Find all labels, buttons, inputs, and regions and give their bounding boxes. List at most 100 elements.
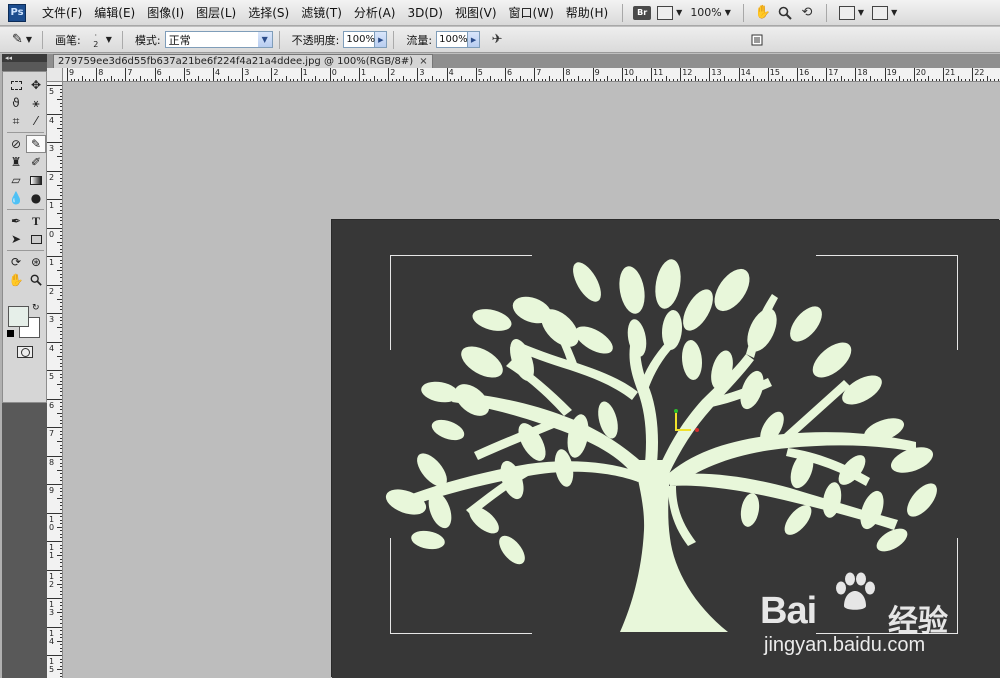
clone-stamp-tool[interactable]: ♜ (6, 153, 26, 171)
swap-colors-icon[interactable]: ↻ (32, 303, 40, 313)
ruler-tick (826, 68, 828, 81)
ruler-tick (60, 231, 62, 233)
document-tab[interactable]: 279759ee3d6d55fb637a21be6f224f4a21a4ddee… (53, 54, 433, 68)
ruler-tick (96, 68, 98, 81)
menu-layer[interactable]: 图层(L) (190, 0, 242, 26)
ruler-tick (57, 127, 62, 129)
ruler-tick (873, 79, 875, 81)
ruler-tick (753, 76, 755, 81)
type-tool[interactable]: T (26, 212, 46, 230)
menu-analysis[interactable]: 分析(A) (348, 0, 402, 26)
magic-wand-icon: ⚹ (32, 95, 40, 110)
gradient-tool[interactable] (26, 171, 46, 189)
ruler-tick (351, 79, 353, 81)
close-icon[interactable]: × (419, 55, 427, 68)
magic-wand-tool[interactable]: ⚹ (26, 94, 46, 112)
ruler-tick (442, 79, 444, 81)
screen-mode-dropdown[interactable]: ▼ (868, 5, 901, 20)
marquee-tool[interactable] (6, 76, 26, 94)
ruler-label: 14 (740, 68, 751, 77)
brush-picker[interactable]: · 2 ▼ (85, 31, 116, 49)
eraser-tool[interactable]: ▱ (6, 171, 26, 189)
menu-image[interactable]: 图像(I) (141, 0, 190, 26)
ruler-tick (60, 152, 62, 154)
path-selection-tool[interactable]: ➤ (6, 230, 26, 248)
ruler-tick (60, 88, 62, 90)
menu-file[interactable]: 文件(F) (36, 0, 88, 26)
ruler-label: 6 (507, 68, 513, 77)
blur-tool[interactable]: 💧 (6, 189, 26, 207)
ruler-tick (432, 76, 433, 81)
ruler-tick (676, 79, 678, 81)
history-brush-tool[interactable]: ✐ (26, 153, 46, 171)
pen-tool[interactable]: ✒ (6, 212, 26, 230)
hand-tool-button[interactable]: ✋ (752, 3, 774, 23)
rotate-view-button[interactable]: ⟲ (796, 3, 818, 23)
ruler-tick (57, 583, 62, 585)
flow-input[interactable]: 100% (436, 31, 469, 48)
ruler-tick (60, 220, 62, 222)
toolbox-collapse-button[interactable]: ◂◂ (2, 54, 47, 62)
ruler-tick (60, 473, 62, 475)
ruler-tick (110, 76, 112, 81)
3d-rotate-tool[interactable]: ⟳ (6, 253, 26, 271)
shape-tool[interactable] (26, 230, 46, 248)
ruler-tick (60, 508, 62, 510)
ruler-tick (910, 79, 912, 81)
ruler-tick (60, 434, 62, 436)
move-tool[interactable]: ✥ (26, 76, 46, 94)
ruler-origin[interactable] (47, 68, 63, 82)
blend-mode-select[interactable]: 正常 ▼ (164, 31, 273, 48)
ruler-tick (636, 76, 638, 81)
ruler-tick (388, 68, 390, 81)
menu-filter[interactable]: 滤镜(T) (295, 0, 348, 26)
lasso-tool[interactable]: ϑ (6, 94, 26, 112)
zoom-tool-button[interactable] (774, 3, 796, 23)
crop-tool[interactable]: ⌗ (6, 112, 26, 130)
tree-leaf (683, 289, 713, 331)
ruler-tick (136, 79, 138, 81)
ruler-tick (271, 68, 273, 81)
default-colors-icon[interactable] (7, 330, 14, 337)
menu-select[interactable]: 选择(S) (242, 0, 295, 26)
view-extras-dropdown[interactable]: ▼ (653, 5, 686, 20)
zoom-level-dropdown[interactable]: 100% ▼ (686, 6, 735, 19)
flow-slider-button[interactable]: ▶ (468, 31, 481, 48)
menu-edit[interactable]: 编辑(E) (88, 0, 141, 26)
tree-leaf (619, 266, 645, 314)
ruler-label: 5 (185, 68, 191, 77)
ruler-tick (198, 76, 200, 81)
menu-window[interactable]: 窗口(W) (503, 0, 560, 26)
healing-brush-tool[interactable]: ⊘ (6, 135, 26, 153)
quick-mask-button[interactable] (17, 346, 33, 358)
arrange-documents-dropdown[interactable]: ▼ (835, 5, 868, 20)
menu-view[interactable]: 视图(V) (449, 0, 503, 26)
document-canvas[interactable] (332, 220, 1000, 678)
ruler-label: 2 (49, 286, 55, 296)
menu-3d[interactable]: 3D(D) (401, 0, 448, 26)
dodge-tool[interactable]: ● (26, 189, 46, 207)
ruler-tick (60, 594, 62, 596)
ruler-tick (749, 79, 751, 81)
foreground-color-swatch[interactable] (8, 306, 29, 327)
eyedropper-tool[interactable]: ⁄ (26, 112, 46, 130)
tool-preset-picker[interactable]: ✎ ▼ (8, 32, 36, 47)
brush-tool[interactable]: ✎ (26, 135, 46, 153)
opacity-slider-button[interactable]: ▶ (375, 31, 388, 48)
ruler-tick (60, 523, 62, 525)
ruler-tick (231, 79, 233, 81)
vertical-ruler[interactable]: 54321012345678910111213141516 (47, 82, 63, 678)
horizontal-ruler[interactable]: 9 8 7 6 5 4 3 2 1 0 1 2 3 4 5 6 7 8 9 10 11 12 13 14 15 16 17 18 19 2… (63, 68, 1000, 82)
canvas-workspace[interactable] (64, 83, 1000, 678)
brush-panel-button[interactable] (746, 30, 768, 50)
launch-bridge-button[interactable]: Br (631, 3, 653, 23)
menu-help[interactable]: 帮助(H) (560, 0, 614, 26)
move-icon: ✥ (30, 78, 42, 92)
zoom-tool[interactable] (26, 271, 46, 289)
3d-orbit-tool[interactable]: ⊛ (26, 253, 46, 271)
hand-tool[interactable]: ✋ (6, 271, 26, 289)
chevron-down-icon: ▼ (25, 35, 33, 44)
ruler-tick (399, 79, 401, 81)
opacity-input[interactable]: 100% (343, 31, 376, 48)
airbrush-toggle[interactable]: ✈ (486, 30, 508, 50)
